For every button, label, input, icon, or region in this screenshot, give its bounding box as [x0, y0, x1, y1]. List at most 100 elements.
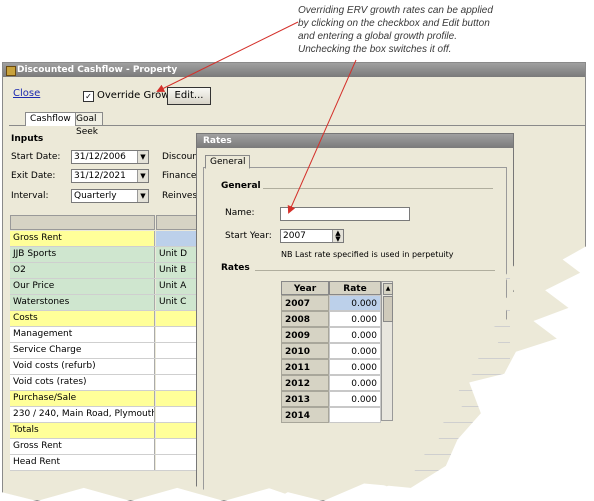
- inputs-heading: Inputs: [11, 134, 44, 144]
- rates-row[interactable]: 2013 0.000: [281, 391, 395, 407]
- rate-cell[interactable]: 0.000: [329, 311, 381, 327]
- override-growth-checkbox[interactable]: ✓: [83, 91, 94, 102]
- discount-label: Discount: [162, 152, 202, 162]
- tab-general[interactable]: General: [205, 155, 251, 169]
- tab-goal-seek[interactable]: Goal Seek: [71, 112, 103, 137]
- exit-date-select[interactable]: 31/12/2021 ▼: [71, 169, 149, 183]
- rate-cell[interactable]: 0.000: [329, 295, 381, 311]
- grid-row-unit[interactable]: [156, 455, 202, 470]
- rates-dialog: Rates General General Name: Start Year: …: [196, 133, 514, 498]
- callout-line: Overriding ERV growth rates can be appli…: [298, 5, 493, 16]
- year-cell: 2012: [281, 375, 329, 391]
- start-date-label: Start Date:: [11, 152, 61, 162]
- rates-row[interactable]: 2010 0.000: [281, 343, 395, 359]
- callout-line: Unchecking the box switches it off.: [298, 44, 452, 55]
- grid-row-label[interactable]: Head Rent: [10, 455, 155, 470]
- reinvest-label: Reinvest: [162, 191, 201, 201]
- window-titlebar: Discounted Cashflow - Property: [3, 63, 585, 77]
- grid-row-label[interactable]: 230 / 240, Main Road, Plymouth, Hants: [10, 407, 155, 422]
- grid-row-unit[interactable]: [156, 423, 202, 438]
- close-link[interactable]: Close: [13, 88, 40, 99]
- edit-button[interactable]: Edit...: [167, 87, 211, 105]
- tab-cashflow[interactable]: Cashflow: [25, 112, 76, 126]
- rate-cell[interactable]: 0.000: [329, 359, 381, 375]
- grid-row-label[interactable]: O2: [10, 263, 155, 278]
- grid-row-label[interactable]: Gross Rent: [10, 231, 155, 246]
- spin-arrows-icon[interactable]: ▲ ▼: [332, 230, 343, 243]
- scroll-up-icon[interactable]: ▲: [383, 283, 393, 295]
- dialog-title: Rates: [197, 134, 513, 148]
- grid-row-unit[interactable]: Unit D: [156, 247, 202, 262]
- grid-row-unit[interactable]: [156, 343, 202, 358]
- rate-cell[interactable]: 0.000: [329, 375, 381, 391]
- grid-row-unit[interactable]: [156, 311, 202, 326]
- grid-row-label[interactable]: Gross Rent: [10, 439, 155, 454]
- finance-label: Finance: [162, 171, 197, 181]
- year-cell: 2009: [281, 327, 329, 343]
- rates-row[interactable]: 2014: [281, 407, 395, 423]
- rates-row[interactable]: 2008 0.000: [281, 311, 395, 327]
- callout-line: by clicking on the checkbox and Edit but…: [298, 18, 490, 29]
- grid-row-unit[interactable]: [156, 327, 202, 342]
- name-label: Name:: [225, 208, 255, 218]
- grid-row-unit[interactable]: [156, 439, 202, 454]
- dropdown-arrow-icon[interactable]: ▼: [137, 151, 148, 163]
- year-cell: 2010: [281, 343, 329, 359]
- start-year-value: 2007: [283, 231, 306, 241]
- grid-row-label[interactable]: Void cots (rates): [10, 375, 155, 390]
- rate-cell[interactable]: 0.000: [329, 343, 381, 359]
- year-cell: 2008: [281, 311, 329, 327]
- grid-row-label[interactable]: Management: [10, 327, 155, 342]
- section-divider: [255, 270, 495, 271]
- grid-row-label[interactable]: Our Price: [10, 279, 155, 294]
- rate-cell[interactable]: [329, 407, 381, 423]
- callout-line: and entering a global growth profile.: [298, 31, 457, 42]
- grid-row-unit[interactable]: [156, 231, 202, 246]
- year-cell: 2011: [281, 359, 329, 375]
- window-title: Discounted Cashflow - Property: [17, 65, 178, 75]
- exit-date-label: Exit Date:: [11, 171, 56, 181]
- grid-row-unit[interactable]: Unit A: [156, 279, 202, 294]
- grid-row-unit[interactable]: [156, 407, 202, 422]
- grid-row-unit[interactable]: Unit B: [156, 263, 202, 278]
- grid-row-unit[interactable]: [156, 375, 202, 390]
- app-icon: [6, 66, 16, 76]
- section-divider: [263, 188, 493, 189]
- rate-cell[interactable]: 0.000: [329, 327, 381, 343]
- interval-select[interactable]: Quarterly ▼: [71, 189, 149, 203]
- rates-row[interactable]: 2012 0.000: [281, 375, 395, 391]
- override-growth-toggle[interactable]: ✓ Override Growth: [83, 90, 180, 102]
- dropdown-arrow-icon[interactable]: ▼: [137, 190, 148, 202]
- dropdown-arrow-icon[interactable]: ▼: [137, 170, 148, 182]
- callout-text: Overriding ERV growth rates can be appli…: [298, 4, 558, 56]
- tab-divider: [9, 125, 585, 126]
- grid-row-label[interactable]: Waterstones: [10, 295, 155, 310]
- start-year-stepper[interactable]: 2007 ▲ ▼: [280, 229, 344, 243]
- perpetuity-note: NB Last rate specified is used in perpet…: [281, 250, 454, 259]
- rates-row[interactable]: 2009 0.000: [281, 327, 395, 343]
- rates-row[interactable]: 2007 0.000: [281, 295, 395, 311]
- start-year-label: Start Year:: [225, 231, 272, 241]
- grid-row-label[interactable]: Void costs (refurb): [10, 359, 155, 374]
- rate-cell[interactable]: 0.000: [329, 391, 381, 407]
- grid-row-label[interactable]: Costs: [10, 311, 155, 326]
- grid-row-label[interactable]: Totals: [10, 423, 155, 438]
- exit-date-value: 31/12/2021: [74, 171, 126, 181]
- name-input[interactable]: [280, 207, 410, 221]
- year-cell: 2013: [281, 391, 329, 407]
- interval-value: Quarterly: [74, 191, 117, 201]
- rates-row[interactable]: 2011 0.000: [281, 359, 395, 375]
- grid-row-label[interactable]: Purchase/Sale: [10, 391, 155, 406]
- grid-row-unit[interactable]: [156, 359, 202, 374]
- year-cell: 2007: [281, 295, 329, 311]
- grid-row-unit[interactable]: [156, 391, 202, 406]
- start-date-select[interactable]: 31/12/2006 ▼: [71, 150, 149, 164]
- grid-row-label[interactable]: JJB Sports: [10, 247, 155, 262]
- rates-heading: Rates: [221, 263, 250, 273]
- grid-row-label[interactable]: Service Charge: [10, 343, 155, 358]
- year-cell: 2014: [281, 407, 329, 423]
- grid-row-unit[interactable]: Unit C: [156, 295, 202, 310]
- grid-header-cell: [156, 215, 202, 230]
- general-heading: General: [221, 181, 261, 191]
- interval-label: Interval:: [11, 191, 49, 201]
